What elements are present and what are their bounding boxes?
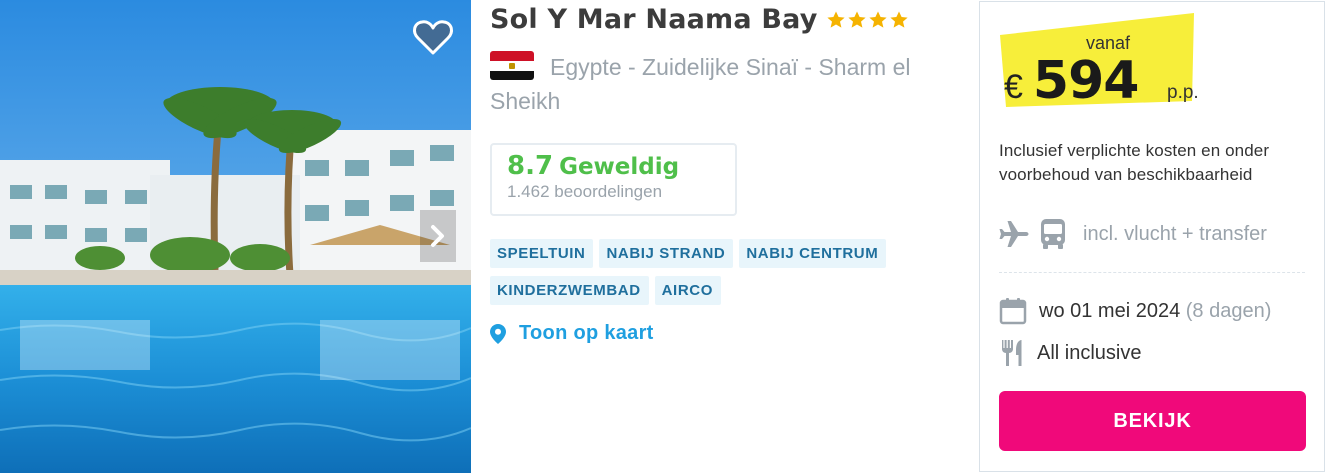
- show-on-map-link[interactable]: Toon op kaart: [490, 322, 654, 345]
- review-count: 1.462 beoordelingen: [507, 182, 663, 201]
- tag-nabij-strand: NABIJ STRAND: [599, 239, 734, 268]
- rating-label: Geweldig: [559, 154, 680, 180]
- map-pin-icon: [490, 323, 506, 344]
- star-icon: [847, 11, 866, 28]
- price-currency: €: [1004, 68, 1023, 106]
- star-rating: [826, 10, 909, 30]
- star-icon: [889, 11, 908, 28]
- transport-info: incl. vlucht + transfer: [999, 218, 1267, 250]
- location-text: Egypte - Zuidelijke Sinaï - Sharm el She…: [490, 54, 911, 114]
- cutlery-icon: [1002, 340, 1022, 366]
- board-label: All inclusive: [1037, 341, 1142, 364]
- egypt-flag-icon: [490, 51, 534, 81]
- tag-speeltuin: SPEELTUIN: [490, 239, 594, 268]
- departure-date: wo 01 mei 2024: [1039, 299, 1181, 322]
- calendar-icon: [999, 298, 1027, 325]
- board-info: All inclusive: [999, 339, 1141, 367]
- price-disclaimer: Inclusief verplichte kosten en onder voo…: [999, 141, 1270, 184]
- tag-nabij-centrum: NABIJ CENTRUM: [739, 239, 887, 268]
- rating-box: 8.7 Geweldig 1.462 beoordelingen: [490, 143, 737, 216]
- departure-info: wo 01 mei 2024 (8 dagen): [999, 297, 1271, 325]
- hotel-location: Egypte - Zuidelijke Sinaï - Sharm el She…: [490, 50, 940, 118]
- hotel-name[interactable]: Sol Y Mar Naama Bay: [490, 4, 818, 35]
- star-icon: [868, 11, 887, 28]
- feature-tags: SPEELTUIN NABIJ STRAND NABIJ CENTRUM KIN…: [490, 239, 960, 313]
- bus-icon: [1041, 219, 1065, 249]
- next-image-chevron-icon[interactable]: [420, 210, 456, 262]
- transport-label: incl. vlucht + transfer: [1083, 222, 1267, 245]
- trip-duration: (8 dagen): [1185, 299, 1272, 322]
- tag-kinderzwembad: KINDERZWEMBAD: [490, 276, 649, 305]
- title-row: Sol Y Mar Naama Bay: [490, 4, 909, 35]
- price-amount: 594: [1032, 51, 1140, 111]
- star-icon: [826, 11, 845, 28]
- view-deal-button[interactable]: BEKIJK: [999, 391, 1306, 451]
- plane-icon: [999, 221, 1029, 247]
- price-per-person: p.p.: [1167, 82, 1199, 103]
- price-card: vanaf € 594 p.p. Inclusief verplichte ko…: [979, 1, 1325, 472]
- divider: [999, 272, 1305, 273]
- show-on-map-label: Toon op kaart: [519, 322, 654, 344]
- hotel-pool-image: [0, 0, 471, 473]
- price-value: € 594: [1004, 51, 1140, 111]
- hotel-photo[interactable]: [0, 0, 471, 473]
- hotel-info: Sol Y Mar Naama Bay Egypte - Zuidelijke …: [490, 0, 960, 473]
- rating-score: 8.7: [507, 151, 554, 181]
- favorite-heart-icon[interactable]: [411, 15, 455, 59]
- tag-airco: AIRCO: [654, 276, 721, 305]
